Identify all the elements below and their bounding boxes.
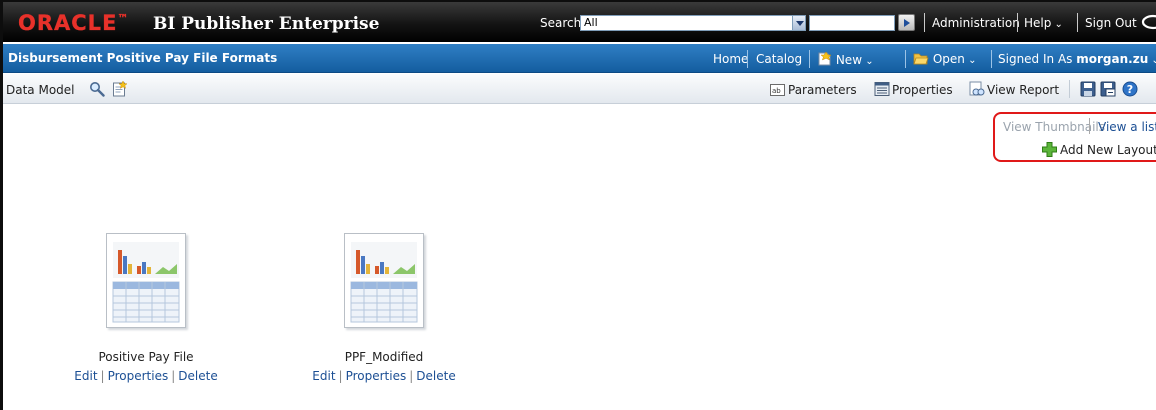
administration-link[interactable]: Administration xyxy=(932,16,1020,30)
page-header: Disbursement Positive Pay File Formats H… xyxy=(3,44,1156,73)
edit-link[interactable]: Edit xyxy=(74,369,97,383)
delete-link[interactable]: Delete xyxy=(416,369,455,383)
view-report-button[interactable]: View Report xyxy=(987,83,1059,97)
view-list-link[interactable]: View a list xyxy=(1098,120,1156,134)
layout-actions: Edit | Properties | Delete xyxy=(56,369,236,383)
divider xyxy=(924,13,925,32)
add-icon xyxy=(1042,142,1057,157)
page-title: Disbursement Positive Pay File Formats xyxy=(8,51,278,65)
save-as-icon[interactable] xyxy=(1100,81,1116,97)
sign-out-link[interactable]: Sign Out xyxy=(1085,16,1137,30)
layout-name: Positive Pay File xyxy=(98,350,194,364)
layout-thumbnail[interactable] xyxy=(344,233,424,328)
search-icon[interactable] xyxy=(89,81,105,97)
save-icon[interactable] xyxy=(1080,81,1096,97)
chevron-down-icon[interactable] xyxy=(792,15,806,31)
search-scope-value: All xyxy=(584,16,598,29)
open-menu[interactable]: Open xyxy=(913,52,976,66)
edit-data-model-icon[interactable] xyxy=(112,81,128,97)
new-menu[interactable]: New xyxy=(816,51,874,67)
oracle-o-icon xyxy=(1141,14,1156,30)
edit-link[interactable]: Edit xyxy=(312,369,335,383)
chevron-down-icon xyxy=(1148,52,1156,66)
layout-card: Positive Pay File Edit | Properties | Delete xyxy=(56,233,236,393)
add-new-layout-label: Add New Layout xyxy=(1060,143,1156,157)
divider xyxy=(905,50,906,68)
properties-icon xyxy=(874,82,890,96)
new-icon xyxy=(818,51,832,66)
svg-text:?: ? xyxy=(1127,83,1133,96)
oracle-logo-text: ORACLE xyxy=(18,11,118,35)
divider: | xyxy=(100,369,105,383)
search-label: Search xyxy=(540,16,582,30)
signed-in-menu[interactable]: Signed In As morgan.zu xyxy=(998,52,1156,66)
properties-link[interactable]: Properties xyxy=(346,369,407,383)
chart-table-thumbnail-icon xyxy=(112,242,180,323)
help-icon[interactable]: ? xyxy=(1122,81,1138,97)
layout-name: PPF_Modified xyxy=(344,350,424,364)
parameters-button[interactable]: Parameters xyxy=(788,83,857,97)
divider xyxy=(1069,80,1070,98)
app-title: BI Publisher Enterprise xyxy=(153,14,380,34)
divider xyxy=(809,50,810,68)
divider xyxy=(747,50,748,68)
divider xyxy=(1089,118,1090,134)
help-label: Help xyxy=(1024,16,1052,30)
search-go-button[interactable] xyxy=(898,14,915,31)
oracle-logo: ORACLE™ xyxy=(18,11,130,35)
layout-actions: Edit | Properties | Delete xyxy=(294,369,474,383)
chevron-down-icon xyxy=(965,52,977,66)
chart-table-thumbnail-icon xyxy=(350,242,418,323)
divider xyxy=(1017,13,1018,32)
username: morgan.zu xyxy=(1076,52,1149,66)
search-input[interactable] xyxy=(809,15,895,31)
search-scope-select[interactable]: All xyxy=(580,15,806,31)
divider: | xyxy=(171,369,176,383)
global-header: ORACLE™ BI Publisher Enterprise Search A… xyxy=(3,0,1156,42)
folder-icon xyxy=(913,53,929,65)
properties-link[interactable]: Properties xyxy=(108,369,169,383)
home-link[interactable]: Home xyxy=(713,52,748,66)
catalog-link[interactable]: Catalog xyxy=(756,52,802,66)
report-toolbar: Data Model ab Parameters Properties View… xyxy=(3,74,1156,104)
divider xyxy=(1077,13,1078,32)
view-report-icon xyxy=(969,81,985,96)
new-label: New xyxy=(835,53,863,67)
data-model-label: Data Model xyxy=(6,83,75,97)
properties-button[interactable]: Properties xyxy=(892,83,953,97)
layout-card: PPF_Modified Edit | Properties | Delete xyxy=(294,233,474,393)
help-menu[interactable]: Help xyxy=(1024,16,1063,30)
layout-thumbnail[interactable] xyxy=(106,233,186,328)
add-new-layout-button[interactable]: Add New Layout xyxy=(1042,142,1156,157)
divider: | xyxy=(409,369,414,383)
chevron-down-icon xyxy=(862,53,874,67)
divider xyxy=(991,50,992,68)
parameters-icon: ab xyxy=(770,84,785,96)
open-label: Open xyxy=(932,52,965,66)
divider: | xyxy=(338,369,343,383)
delete-link[interactable]: Delete xyxy=(178,369,217,383)
signed-in-label: Signed In As xyxy=(998,52,1073,66)
svg-text:ab: ab xyxy=(772,87,781,95)
chevron-down-icon xyxy=(1051,16,1063,30)
